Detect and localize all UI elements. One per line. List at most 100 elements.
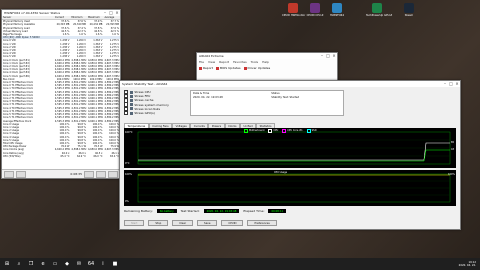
elapsed-time: 0:08:35 (70, 172, 82, 176)
aida64-icon[interactable]: 64 (86, 259, 96, 269)
test-started-value: 2020. 04. 22. 19:03:48 (203, 209, 240, 213)
hwmonitor-icon (288, 3, 298, 13)
usage-y-bottom: 0% (125, 200, 129, 203)
sensor-row[interactable]: CPU (Tctl/Tdie) 65.4 °C 64.9 °C 66.0 °C 65.4… (2, 155, 120, 158)
hardware-icon (129, 111, 133, 115)
desktop-shortcut-label: TechPowerUp GPU-Z (366, 14, 393, 17)
aida64-title: AIDA64 Extreme (199, 54, 224, 58)
sst-buttons: Start Stop Clear Save CPUID Preferences (124, 220, 277, 226)
sst-title: System Stability Test - AIDA64 (122, 82, 168, 86)
usage-plot (137, 173, 451, 203)
toolbar-button[interactable]: Report (199, 66, 213, 70)
clock-date[interactable]: 2020. 04. 22. (459, 264, 476, 267)
status-row: Remaining Battery: No battery Test Start… (124, 209, 287, 213)
close-button[interactable] (108, 170, 118, 178)
desktop-shortcut[interactable]: HWiNFO64 (326, 3, 348, 17)
elapsed-value: 00:08:11 (268, 209, 287, 213)
temp-y-top: 100°C (125, 131, 133, 134)
store-icon[interactable]: ◆ (62, 259, 72, 269)
menu-item[interactable]: View (208, 60, 215, 64)
cpuid-button[interactable]: CPUID (221, 220, 244, 226)
menu-item[interactable]: File (199, 60, 204, 64)
test-started-label: Test Started: (180, 209, 200, 213)
sensor-name: CPU (Tctl/Tdie) (3, 154, 21, 158)
toolbar-button[interactable]: BIOS Updates (215, 66, 241, 70)
clear-button[interactable]: Clear (172, 220, 194, 226)
battery-label: Remaining Battery: (124, 209, 153, 213)
edge-icon[interactable]: e (38, 259, 48, 269)
mail-icon[interactable]: ✉ (74, 259, 84, 269)
legend-checkbox[interactable] (244, 128, 248, 133)
desktop-shortcut-label: CPUID HWMonitor (282, 14, 306, 17)
close-icon[interactable]: × (454, 81, 460, 87)
menu-item[interactable]: Report (219, 60, 229, 64)
stability-test-window[interactable]: System Stability Test - AIDA64 – □ × ✓ St… (119, 80, 461, 230)
desktop-shortcut[interactable]: CPUID CPU-Z (304, 3, 326, 17)
desktop-shortcut[interactable]: CPUID HWMonitor (282, 3, 306, 17)
hwinfo-window[interactable]: HWiNFO64 v7.00-4350 Sensor Status – □ × … (1, 9, 121, 179)
sensor-table: Sensor Current Minimum Maximum Average Physi… (2, 16, 120, 158)
sst-titlebar[interactable]: System Stability Test - AIDA64 – □ × (120, 81, 460, 87)
start-icon[interactable]: ⊞ (2, 259, 12, 269)
stress-option-label: Stress GPU(s) (134, 111, 155, 116)
close-icon[interactable]: × (114, 10, 120, 16)
cpu-usage-graph: CPU Usage 100% 0% 100% (124, 170, 456, 206)
temperature-graph: Motherboard CPU CPU Core #1 SSD 100°C 0°C 6… (124, 128, 456, 168)
toolbar-label: Driver Updates (247, 66, 271, 70)
toolbar-label: Report (203, 66, 213, 70)
desktop-shortcut[interactable]: Steam (398, 3, 420, 17)
hwinfo-icon (332, 3, 342, 13)
cpuz-icon (310, 3, 320, 13)
desktop-shortcut-label: Steam (404, 14, 414, 17)
legend-entry[interactable]: CPU Core #1 (282, 128, 303, 133)
legend-entry[interactable]: SSD (306, 128, 317, 133)
hwinfo-icon[interactable]: i (98, 259, 108, 269)
legend-entry[interactable]: CPU (268, 128, 278, 133)
toolbar-label: BIOS Updates (219, 66, 241, 70)
sensor-value: 64.9 °C (76, 154, 86, 158)
app-icon[interactable]: ■ (110, 259, 120, 269)
sensor-value: 65.4 °C (60, 154, 70, 158)
start-button[interactable]: Start (124, 220, 145, 226)
toolbar-button[interactable]: Driver Updates (243, 66, 271, 70)
hwinfo-title: HWiNFO64 v7.00-4350 Sensor Status (4, 11, 61, 15)
preferences-button[interactable]: Preferences (247, 220, 277, 226)
hardware-icon (129, 98, 133, 102)
desktop-shortcut-label: HWiNFO64 (330, 14, 344, 17)
reset-button[interactable] (96, 170, 106, 178)
search-icon[interactable]: ⌕ (14, 259, 24, 269)
gpuz-icon (372, 3, 382, 13)
hardware-icon (129, 107, 133, 111)
menu-item[interactable]: Help (262, 60, 269, 64)
menu-item[interactable]: Favorites (233, 60, 247, 64)
checkbox[interactable] (124, 110, 129, 116)
save-button[interactable]: Save (197, 220, 218, 226)
hardware-icon (129, 90, 133, 94)
stress-option[interactable]: Stress GPU(s) (124, 110, 188, 116)
sensor-value: 65.4 °C (110, 154, 119, 158)
menu-item[interactable]: Tools (251, 60, 258, 64)
close-icon[interactable]: × (331, 53, 337, 59)
aida64-toolbar: Report BIOS Updates Driver Updates (197, 65, 337, 71)
legend-checkbox[interactable] (306, 128, 311, 133)
stop-button[interactable]: Stop (148, 220, 169, 226)
legend-checkbox[interactable] (268, 128, 273, 133)
aida64-window[interactable]: AIDA64 Extreme – □ × File View Report Favor… (196, 52, 338, 82)
usage-y-top: 100% (125, 173, 132, 176)
temperature-plot (137, 131, 451, 165)
legend-checkbox[interactable] (282, 128, 287, 133)
legend-entry[interactable]: Motherboard (244, 128, 264, 133)
explorer-icon[interactable]: ▭ (50, 259, 60, 269)
settings-button[interactable] (84, 170, 94, 178)
usage-title: CPU Usage (274, 170, 288, 174)
status-box: Date & Time Status 2020. 04. 22. 19:03:4… (190, 90, 344, 116)
temp-reading-2: 43 (451, 148, 455, 151)
temp-reading-1: 65 (451, 141, 455, 144)
nav-left-button[interactable] (4, 170, 14, 178)
toolbar-icon (199, 66, 202, 70)
task-view-icon[interactable]: ❐ (26, 259, 36, 269)
nav-right-button[interactable] (16, 170, 26, 178)
stress-options: ✓ Stress CPU ✓ Stress FPU ✓ Stress cache Stres… (124, 89, 188, 116)
desktop-shortcut[interactable]: TechPowerUp GPU-Z (366, 3, 393, 17)
temp-y-bottom: 0°C (125, 162, 130, 165)
